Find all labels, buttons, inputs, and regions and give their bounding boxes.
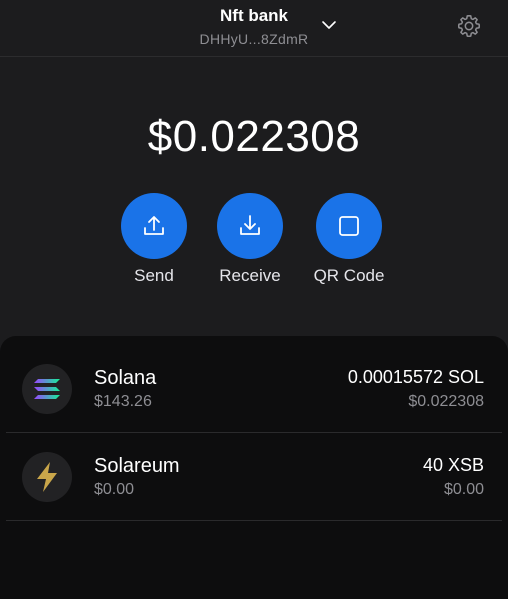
asset-value: $0.00 <box>443 481 484 498</box>
download-icon <box>240 215 260 235</box>
upload-icon <box>144 216 164 235</box>
asset-row-solana[interactable]: Solana $143.26 0.00015572 SOL $0.022308 <box>6 346 502 433</box>
wallet-selector[interactable]: Nft bank DHHyU...8ZdmR <box>0 6 508 48</box>
wallet-header: Nft bank DHHyU...8ZdmR <box>0 0 508 57</box>
asset-price: $0.00 <box>94 481 135 498</box>
wallet-name[interactable]: Nft bank <box>220 6 288 26</box>
wallet-address[interactable]: DHHyU...8ZdmR <box>0 30 508 48</box>
asset-row-solareum[interactable]: Solareum $0.00 40 XSB $0.00 <box>6 434 502 521</box>
asset-name: Solana <box>94 367 157 389</box>
send-circle[interactable] <box>121 193 187 259</box>
qr-code-icon <box>339 216 359 236</box>
qr-code-button[interactable]: QR Code <box>304 193 394 286</box>
asset-value: $0.022308 <box>408 393 484 410</box>
total-balance: $0.022308 <box>147 112 361 161</box>
lightning-icon <box>22 452 72 502</box>
send-label: Send <box>134 266 174 285</box>
qr-code-label: QR Code <box>313 266 385 285</box>
asset-amount: 0.00015572 SOL <box>347 367 484 387</box>
asset-amount: 40 XSB <box>422 455 484 475</box>
send-button[interactable]: Send <box>109 193 199 286</box>
qr-code-circle[interactable] <box>316 193 382 259</box>
receive-button[interactable]: Receive <box>205 193 295 286</box>
receive-label: Receive <box>219 266 281 285</box>
solana-logo-icon <box>22 364 72 414</box>
asset-price: $143.26 <box>94 393 152 410</box>
receive-circle[interactable] <box>217 193 283 259</box>
asset-name: Solareum <box>94 455 180 477</box>
gear-icon[interactable] <box>456 13 482 39</box>
asset-list: Solana $143.26 0.00015572 SOL $0.022308 … <box>0 336 508 599</box>
chevron-down-icon[interactable] <box>320 16 338 34</box>
